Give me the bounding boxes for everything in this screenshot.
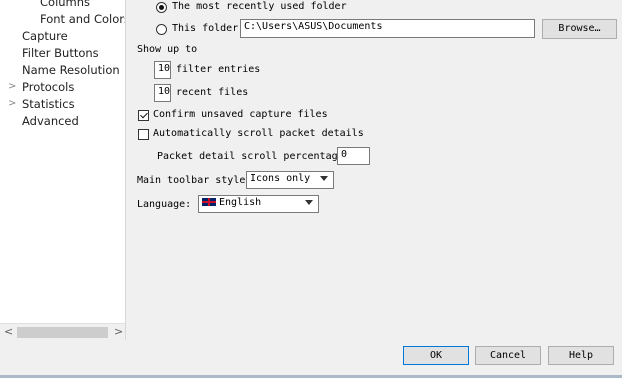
scroll-percentage-input[interactable]: 0	[337, 147, 370, 165]
filter-entries-label: filter entries	[176, 64, 261, 75]
scrollbar-thumb[interactable]	[17, 327, 108, 338]
toolbar-style-value: Icons only	[250, 173, 311, 184]
tree-item-capture[interactable]: Capture	[22, 29, 68, 43]
scroll-percentage-label: Packet detail scroll percentage:	[157, 151, 350, 162]
ok-button[interactable]: OK	[403, 346, 469, 365]
expand-arrow-icon[interactable]: >	[8, 98, 16, 109]
tree-item-font-and-colors[interactable]: Font and Colors	[40, 12, 125, 26]
preferences-panel: The most recently used folder This folde…	[126, 0, 622, 340]
scroll-left-icon[interactable]: <	[4, 325, 13, 338]
recent-folder-radio[interactable]	[156, 2, 167, 13]
horizontal-scrollbar[interactable]: < >	[0, 323, 125, 340]
uk-flag-icon	[202, 198, 216, 206]
filter-entries-count-input[interactable]: 10	[154, 61, 171, 79]
show-up-to-heading: Show up to	[137, 44, 198, 55]
tree-item-advanced[interactable]: Advanced	[22, 114, 79, 128]
tree-item-protocols[interactable]: Protocols	[22, 80, 74, 94]
auto-scroll-checkbox[interactable]	[138, 129, 149, 140]
chevron-down-icon	[305, 200, 313, 205]
chevron-down-icon	[320, 176, 328, 181]
expand-arrow-icon[interactable]: >	[8, 81, 16, 92]
tree-item-statistics[interactable]: Statistics	[22, 97, 75, 111]
cancel-button[interactable]: Cancel	[475, 346, 541, 365]
this-folder-radio[interactable]	[156, 24, 167, 35]
language-value: English	[219, 197, 262, 208]
confirm-unsaved-checkbox[interactable]	[138, 110, 149, 121]
recent-files-count-input[interactable]: 10	[154, 84, 171, 102]
tree-item-name-resolution[interactable]: Name Resolution	[22, 63, 120, 77]
tree-item-filter-buttons[interactable]: Filter Buttons	[22, 46, 99, 60]
preferences-tree: Columns Font and Colors Capture Filter B…	[0, 0, 126, 340]
browse-button[interactable]: Browse…	[542, 19, 617, 39]
language-label: Language:	[137, 199, 192, 210]
toolbar-style-select[interactable]: Icons only	[246, 171, 334, 189]
scroll-right-icon[interactable]: >	[114, 325, 123, 338]
recent-files-label: recent files	[176, 87, 249, 98]
recent-folder-label: The most recently used folder	[172, 1, 347, 12]
language-select[interactable]: English	[198, 195, 319, 213]
help-button[interactable]: Help	[548, 346, 614, 365]
this-folder-label: This folder:	[172, 23, 245, 34]
folder-path-input[interactable]: C:\Users\ASUS\Documents	[240, 19, 535, 38]
tree-item-columns[interactable]: Columns	[40, 0, 90, 9]
auto-scroll-label: Automatically scroll packet details	[153, 128, 364, 139]
toolbar-style-label: Main toolbar style:	[137, 175, 252, 186]
confirm-unsaved-label: Confirm unsaved capture files	[153, 109, 328, 120]
